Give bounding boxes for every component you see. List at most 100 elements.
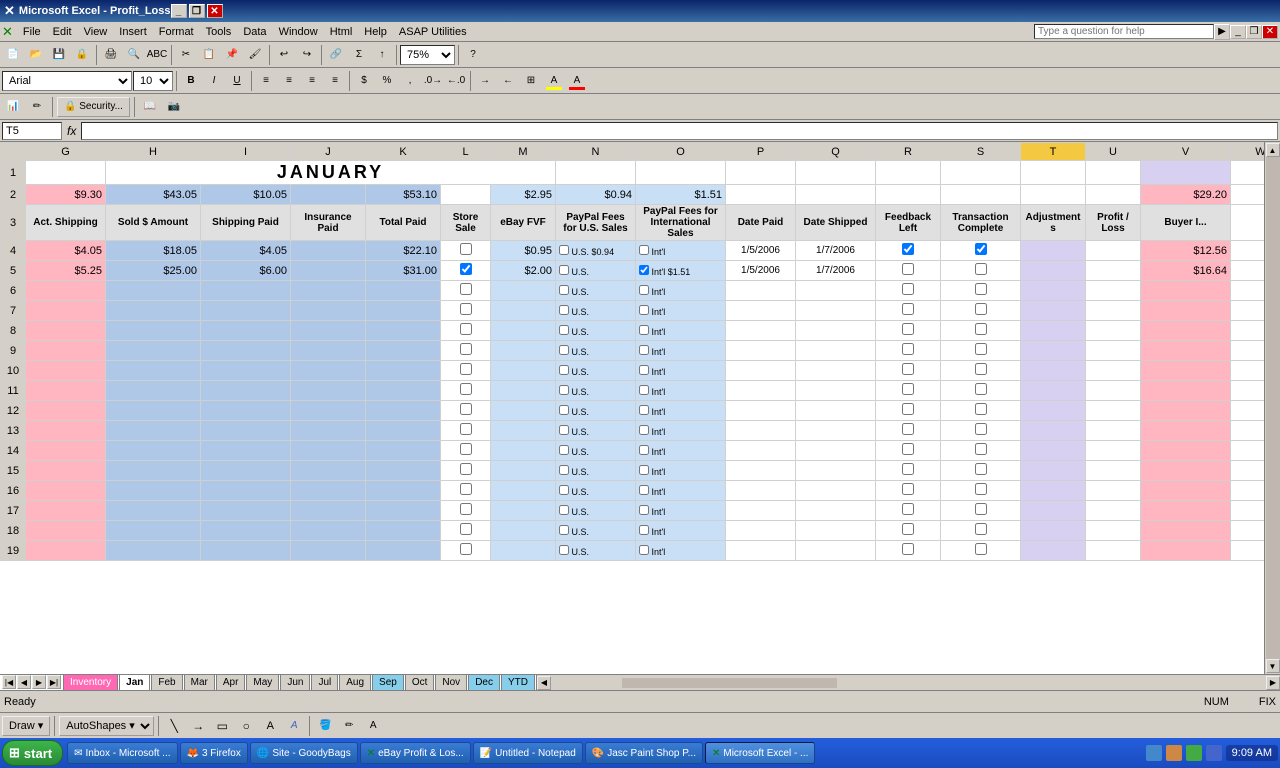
cell-V11[interactable] — [1141, 381, 1231, 401]
merge-center-button[interactable]: ≡ — [324, 70, 346, 92]
help-search-input[interactable] — [1034, 24, 1214, 39]
cell-I5[interactable]: $6.00 — [201, 261, 291, 281]
cell-V15[interactable] — [1141, 461, 1231, 481]
cell-Q19[interactable] — [796, 541, 876, 561]
header-ebayfvf[interactable]: eBay FVF — [491, 205, 556, 241]
copy-button[interactable]: 📋 — [198, 44, 220, 66]
cell-G5[interactable]: $5.25 — [26, 261, 106, 281]
cell-R9[interactable] — [876, 341, 941, 361]
cell-L5[interactable] — [441, 261, 491, 281]
header-shippingpaid[interactable]: Shipping Paid — [201, 205, 291, 241]
cell-O10[interactable]: Int'l — [636, 361, 726, 381]
cell-I15[interactable] — [201, 461, 291, 481]
header-buyerid[interactable]: Buyer I... — [1141, 205, 1231, 241]
draw-fill-color[interactable]: 🪣 — [314, 715, 336, 737]
col-header-K[interactable]: K — [366, 143, 441, 161]
cell-J6[interactable] — [291, 281, 366, 301]
tab-first-button[interactable]: |◀ — [2, 675, 16, 689]
menu-tools[interactable]: Tools — [200, 24, 238, 40]
cell-R4[interactable] — [876, 241, 941, 261]
research-button[interactable]: 📖 — [139, 96, 161, 118]
draw-line-color[interactable]: ✏ — [338, 715, 360, 737]
header-dateshipped[interactable]: Date Shipped — [796, 205, 876, 241]
cell-H10[interactable] — [106, 361, 201, 381]
cell-U18[interactable] — [1086, 521, 1141, 541]
cell-V18[interactable] — [1141, 521, 1231, 541]
cell-T7[interactable] — [1021, 301, 1086, 321]
cell-S14[interactable] — [941, 441, 1021, 461]
cell-H15[interactable] — [106, 461, 201, 481]
header-insurance[interactable]: Insurance Paid — [291, 205, 366, 241]
col-header-M[interactable]: M — [491, 143, 556, 161]
cell-W2[interactable] — [1231, 185, 1265, 205]
header-feedbackleft[interactable]: Feedback Left — [876, 205, 941, 241]
tab-last-button[interactable]: ▶| — [47, 675, 61, 689]
tab-apr[interactable]: Apr — [216, 675, 246, 690]
cell-S10[interactable] — [941, 361, 1021, 381]
cell-W17[interactable] — [1231, 501, 1265, 521]
tab-jun[interactable]: Jun — [280, 675, 310, 690]
cell-T1[interactable] — [1021, 161, 1086, 185]
cell-W15[interactable] — [1231, 461, 1265, 481]
bold-button[interactable]: B — [180, 70, 202, 92]
cell-V14[interactable] — [1141, 441, 1231, 461]
cell-H11[interactable] — [106, 381, 201, 401]
cell-K6[interactable] — [366, 281, 441, 301]
cell-M4[interactable]: $0.95 — [491, 241, 556, 261]
percent-button[interactable]: % — [376, 70, 398, 92]
paste-button[interactable]: 📌 — [221, 44, 243, 66]
cell-U2[interactable] — [1086, 185, 1141, 205]
scroll-right-button[interactable]: ▶ — [1266, 676, 1280, 690]
cell-G13[interactable] — [26, 421, 106, 441]
header-paypalint[interactable]: PayPal Fees for International Sales — [636, 205, 726, 241]
col-header-J[interactable]: J — [291, 143, 366, 161]
cell-V13[interactable] — [1141, 421, 1231, 441]
tab-jan[interactable]: Jan — [119, 675, 150, 690]
cell-R11[interactable] — [876, 381, 941, 401]
cell-U7[interactable] — [1086, 301, 1141, 321]
cell-K2[interactable]: $53.10 — [366, 185, 441, 205]
cell-N7[interactable]: U.S. — [556, 301, 636, 321]
cell-V16[interactable] — [1141, 481, 1231, 501]
cell-H7[interactable] — [106, 301, 201, 321]
cell-Q2[interactable] — [796, 185, 876, 205]
cell-O4[interactable]: Int'l — [636, 241, 726, 261]
zoom-combo[interactable]: 75% — [400, 45, 455, 65]
cell-N16[interactable]: U.S. — [556, 481, 636, 501]
cell-M14[interactable] — [491, 441, 556, 461]
camera-button[interactable]: 📷 — [163, 96, 185, 118]
cell-T17[interactable] — [1021, 501, 1086, 521]
cell-U17[interactable] — [1086, 501, 1141, 521]
cell-M15[interactable] — [491, 461, 556, 481]
menu-file[interactable]: File — [17, 24, 47, 40]
cell-U12[interactable] — [1086, 401, 1141, 421]
tab-prev-button[interactable]: ◀ — [17, 675, 31, 689]
header-totalpaid[interactable]: Total Paid — [366, 205, 441, 241]
cell-P13[interactable] — [726, 421, 796, 441]
cell-I18[interactable] — [201, 521, 291, 541]
cell-R10[interactable] — [876, 361, 941, 381]
line-tool[interactable]: ╲ — [163, 715, 185, 737]
cell-T11[interactable] — [1021, 381, 1086, 401]
cell-M17[interactable] — [491, 501, 556, 521]
cell-I12[interactable] — [201, 401, 291, 421]
cell-G8[interactable] — [26, 321, 106, 341]
cell-M12[interactable] — [491, 401, 556, 421]
cell-S4[interactable] — [941, 241, 1021, 261]
cell-S7[interactable] — [941, 301, 1021, 321]
cell-N19[interactable]: U.S. — [556, 541, 636, 561]
scroll-up-button[interactable]: ▲ — [1266, 143, 1280, 157]
cell-U10[interactable] — [1086, 361, 1141, 381]
hyperlink-button[interactable]: 🔗 — [325, 44, 347, 66]
cell-U19[interactable] — [1086, 541, 1141, 561]
cell-M8[interactable] — [491, 321, 556, 341]
cell-J7[interactable] — [291, 301, 366, 321]
header-sold[interactable]: Sold $ Amount — [106, 205, 201, 241]
cell-N18[interactable]: U.S. — [556, 521, 636, 541]
increase-decimal-button[interactable]: .0→ — [422, 70, 444, 92]
new-button[interactable]: 📄 — [2, 44, 24, 66]
cell-G12[interactable] — [26, 401, 106, 421]
cell-S1[interactable] — [941, 161, 1021, 185]
minimize-button[interactable]: _ — [171, 4, 187, 18]
cell-S6[interactable] — [941, 281, 1021, 301]
